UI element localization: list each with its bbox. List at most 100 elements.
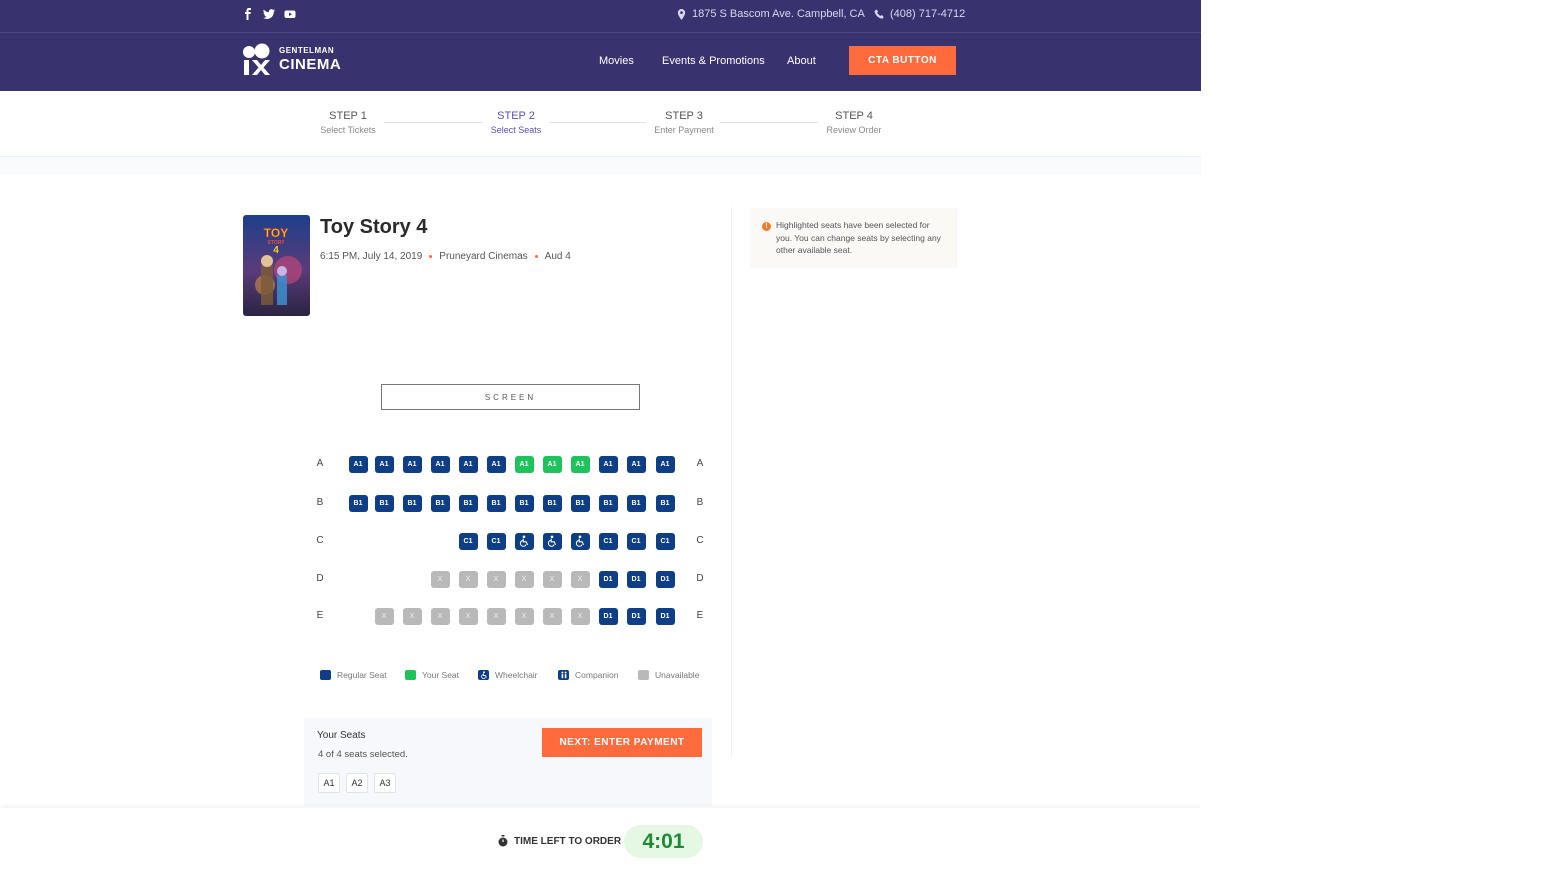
your-seats-title: Your Seats	[317, 730, 366, 741]
seat[interactable]: B1	[402, 494, 422, 512]
seat[interactable]: A1	[598, 455, 618, 473]
svg-text:4: 4	[273, 245, 279, 256]
seat[interactable]: C1	[458, 532, 478, 550]
row-label-a: A	[316, 458, 324, 469]
seat-chip[interactable]: A1	[318, 773, 340, 793]
step-subtitle: Enter Payment	[654, 125, 714, 135]
youtube-icon[interactable]	[284, 7, 296, 19]
unavailable-seat: X	[486, 607, 506, 625]
movie-meta: 6:15 PM, July 14, 2019 Pruneyard Cinemas…	[320, 251, 571, 262]
nav-events-promotions[interactable]: Events & Promotions	[662, 55, 765, 67]
seat[interactable]: A1	[374, 455, 394, 473]
wheelchair-seat[interactable]	[570, 532, 590, 550]
nav-movies[interactable]: Movies	[599, 55, 634, 67]
svg-text:TOY: TOY	[264, 226, 288, 240]
selected-seat[interactable]: A1	[570, 455, 590, 473]
seat[interactable]: B1	[570, 494, 590, 512]
seat[interactable]: C1	[598, 532, 618, 550]
timer-label-text: TIME LEFT TO ORDER	[514, 835, 622, 847]
seat[interactable]: C1	[486, 532, 506, 550]
seat[interactable]: D1	[655, 607, 675, 625]
checkout-steps: STEP 1 Select Tickets STEP 2 Select Seat…	[0, 91, 1201, 157]
logo[interactable]: GENTELMAN CINEMA	[242, 43, 341, 76]
seat[interactable]: A1	[626, 455, 646, 473]
seat[interactable]: A1	[430, 455, 450, 473]
step-title: STEP 1	[329, 110, 367, 122]
seat[interactable]: A1	[458, 455, 478, 473]
seat[interactable]: D1	[626, 570, 646, 588]
location-pin-icon	[677, 8, 686, 20]
step-1[interactable]: STEP 1 Select Tickets	[303, 110, 393, 135]
row-label-c: C	[316, 535, 324, 546]
movie-poster: TOY STORY 4	[243, 215, 310, 316]
step-subtitle: Review Order	[826, 125, 882, 135]
cta-button[interactable]: CTA BUTTON	[849, 46, 956, 75]
wheelchair-icon	[519, 535, 529, 547]
legend-item-mine: Your Seat	[405, 670, 459, 680]
step-title: STEP 3	[665, 110, 703, 122]
logo-mark-icon	[242, 43, 272, 76]
seat[interactable]: B1	[374, 494, 394, 512]
step-title: STEP 4	[835, 110, 873, 122]
seat[interactable]: D1	[655, 570, 675, 588]
companion-icon	[558, 670, 569, 680]
wheelchair-seat[interactable]	[514, 532, 534, 550]
wheelchair-seat[interactable]	[542, 532, 562, 550]
phone-text: (408) 717-4712	[890, 8, 966, 20]
seat[interactable]: B1	[458, 494, 478, 512]
legend-swatch	[405, 670, 416, 680]
legend-swatch	[320, 670, 331, 680]
legend-item-unavail: Unavailable	[638, 670, 699, 680]
facebook-icon[interactable]	[242, 7, 254, 20]
seat[interactable]: B1	[514, 494, 534, 512]
seat[interactable]: A1	[655, 455, 675, 473]
seat-chip[interactable]: A3	[374, 773, 396, 793]
seat[interactable]: C1	[655, 532, 675, 550]
next-enter-payment-button[interactable]: NEXT: ENTER PAYMENT	[542, 728, 702, 757]
step-4[interactable]: STEP 4 Review Order	[809, 110, 899, 135]
unavailable-seat: X	[402, 607, 422, 625]
seat[interactable]: D1	[598, 607, 618, 625]
theater-name: Pruneyard Cinemas	[439, 251, 528, 262]
selected-seat[interactable]: A1	[514, 455, 534, 473]
selected-seat[interactable]: A1	[542, 455, 562, 473]
stopwatch-icon	[498, 835, 508, 847]
step-2[interactable]: STEP 2 Select Seats	[471, 110, 561, 135]
seat[interactable]: D1	[626, 607, 646, 625]
seat[interactable]: B1	[598, 494, 618, 512]
nav-about[interactable]: About	[787, 55, 816, 67]
wheelchair-icon	[575, 535, 585, 547]
seat[interactable]: A1	[348, 455, 368, 473]
row-label-b: B	[696, 497, 704, 508]
address[interactable]: 1875 S Bascom Ave. Campbell, CA	[676, 8, 865, 20]
seat-chip[interactable]: A2	[346, 773, 368, 793]
seat[interactable]: A1	[486, 455, 506, 473]
unavailable-seat: X	[514, 570, 534, 588]
unavailable-seat: X	[514, 607, 534, 625]
phone[interactable]: (408) 717-4712	[874, 8, 965, 20]
main-nav: GENTELMAN CINEMA Movies Events & Promoti…	[0, 33, 1201, 91]
legend-item-companion: Companion	[558, 670, 618, 680]
seat[interactable]: B1	[542, 494, 562, 512]
seat[interactable]: D1	[598, 570, 618, 588]
top-bar: 1875 S Bascom Ave. Campbell, CA (408) 71…	[0, 0, 1201, 33]
twitter-icon[interactable]	[263, 7, 275, 19]
step-subtitle: Select Tickets	[320, 125, 376, 135]
seat[interactable]: B1	[626, 494, 646, 512]
seat[interactable]: B1	[430, 494, 450, 512]
timer-label: TIME LEFT TO ORDER	[497, 835, 621, 847]
seat[interactable]: B1	[655, 494, 675, 512]
row-label-d: D	[316, 573, 324, 584]
seat[interactable]: B1	[348, 494, 368, 512]
seat[interactable]: A1	[402, 455, 422, 473]
info-text: Highlighted seats have been selected for…	[776, 220, 941, 255]
seat[interactable]: B1	[486, 494, 506, 512]
legend-label: Companion	[575, 670, 619, 680]
cinema-booking-page: 1875 S Bascom Ave. Campbell, CA (408) 71…	[0, 0, 1201, 874]
row-label-d: D	[696, 573, 704, 584]
wheelchair-icon	[547, 535, 557, 547]
legend-label: Wheelchair	[495, 670, 538, 680]
seat[interactable]: C1	[626, 532, 646, 550]
section-band	[0, 157, 1201, 175]
step-3[interactable]: STEP 3 Enter Payment	[639, 110, 729, 135]
